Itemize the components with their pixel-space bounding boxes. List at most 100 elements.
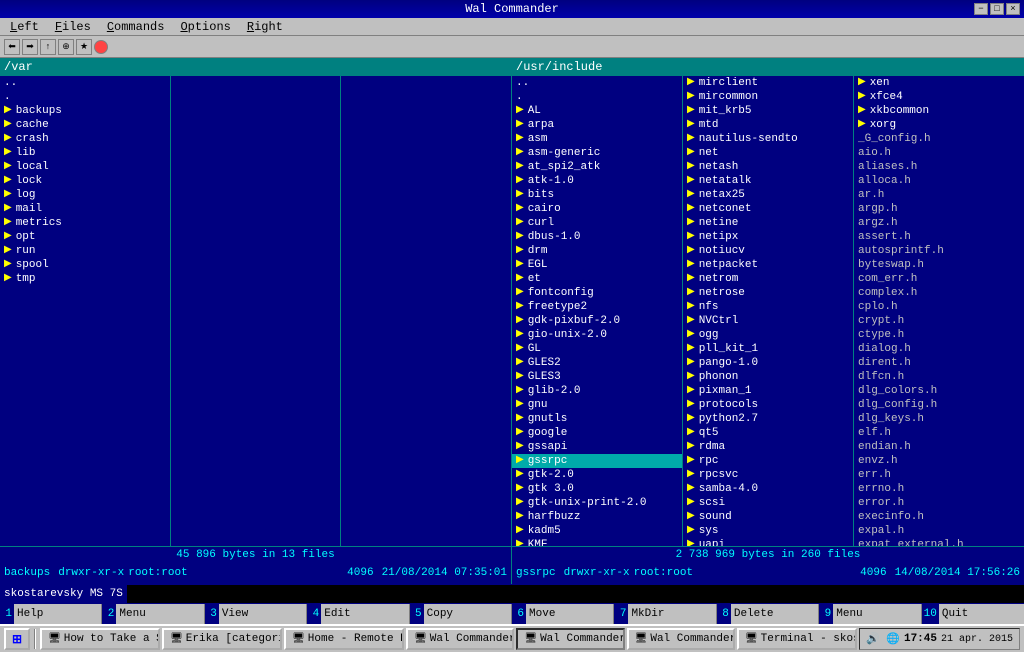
right-col2-item-24[interactable]: ▶python2.7: [683, 412, 853, 426]
toolbar-btn-2[interactable]: ➡: [22, 39, 38, 55]
taskbar-item-4[interactable]: 🖥Wal Commander: [516, 628, 624, 650]
right-col3-item-10[interactable]: argz.h: [854, 216, 1024, 230]
right-col2-item-0[interactable]: ▶mirclient: [683, 76, 853, 90]
taskbar-item-1[interactable]: 🖥Erika [categories] - Qt Crea...: [162, 628, 282, 650]
right-col3-item-23[interactable]: dlg_config.h: [854, 398, 1024, 412]
fkey-6[interactable]: 6Move: [512, 604, 614, 624]
right-col3-item-5[interactable]: aio.h: [854, 146, 1024, 160]
right-col1-item-9[interactable]: ▶cairo: [512, 202, 682, 216]
right-col1-item-20[interactable]: ▶GLES2: [512, 356, 682, 370]
right-col3-item-9[interactable]: argp.h: [854, 202, 1024, 216]
right-col1-item-19[interactable]: ▶GL: [512, 342, 682, 356]
right-col2-item-29[interactable]: ▶samba-4.0: [683, 482, 853, 496]
fkey-2[interactable]: 2Menu: [102, 604, 204, 624]
toolbar-btn-6[interactable]: [94, 40, 108, 54]
right-col1-item-11[interactable]: ▶dbus-1.0: [512, 230, 682, 244]
right-col1-item-16[interactable]: ▶freetype2: [512, 300, 682, 314]
right-col1-item-24[interactable]: ▶gnutls: [512, 412, 682, 426]
right-col2-item-33[interactable]: ▶uapi: [683, 538, 853, 546]
left-item-2[interactable]: ▶backups: [0, 104, 170, 118]
right-col2-item-17[interactable]: ▶NVCtrl: [683, 314, 853, 328]
right-col3-item-31[interactable]: execinfo.h: [854, 510, 1024, 524]
fkey-3[interactable]: 3View: [205, 604, 307, 624]
right-col1-item-26[interactable]: ▶gssapi: [512, 440, 682, 454]
right-col1-item-28[interactable]: ▶gtk-2.0: [512, 468, 682, 482]
taskbar-item-0[interactable]: 🖥How to Take a Screenshot...: [40, 628, 160, 650]
taskbar-item-2[interactable]: 🖥Home - Remote Desktop V...: [284, 628, 404, 650]
right-col3-item-0[interactable]: ▶xen: [854, 76, 1024, 90]
fkey-4[interactable]: 4Edit: [307, 604, 409, 624]
right-col3-item-25[interactable]: elf.h: [854, 426, 1024, 440]
right-col2-item-6[interactable]: ▶netash: [683, 160, 853, 174]
right-col2-item-30[interactable]: ▶scsi: [683, 496, 853, 510]
right-col1-item-6[interactable]: ▶at_spi2_atk: [512, 160, 682, 174]
right-col2-item-26[interactable]: ▶rdma: [683, 440, 853, 454]
right-col2-item-21[interactable]: ▶phonon: [683, 370, 853, 384]
right-col3-item-20[interactable]: dirent.h: [854, 356, 1024, 370]
fkey-7[interactable]: 7MkDir: [614, 604, 716, 624]
fkey-8[interactable]: 8Delete: [717, 604, 819, 624]
right-col3-item-27[interactable]: envz.h: [854, 454, 1024, 468]
menu-left[interactable]: Left: [2, 18, 47, 36]
menu-commands[interactable]: Commands: [99, 18, 173, 36]
right-col2-item-23[interactable]: ▶protocols: [683, 398, 853, 412]
right-col2-item-20[interactable]: ▶pango-1.0: [683, 356, 853, 370]
left-item-5[interactable]: ▶lib: [0, 146, 170, 160]
right-col3-item-18[interactable]: ctype.h: [854, 328, 1024, 342]
right-col1-item-0[interactable]: ..: [512, 76, 682, 90]
taskbar-item-6[interactable]: 🖥Terminal - skostarevsky@sk...: [737, 628, 857, 650]
right-col2-item-13[interactable]: ▶netpacket: [683, 258, 853, 272]
right-col1-item-33[interactable]: ▶KMF: [512, 538, 682, 546]
menu-files[interactable]: Files: [47, 18, 99, 36]
right-col3-item-26[interactable]: endian.h: [854, 440, 1024, 454]
toolbar-btn-5[interactable]: ★: [76, 39, 92, 55]
right-col2-item-27[interactable]: ▶rpc: [683, 454, 853, 468]
right-col1-item-23[interactable]: ▶gnu: [512, 398, 682, 412]
right-col3-item-14[interactable]: com_err.h: [854, 272, 1024, 286]
right-col1-item-13[interactable]: ▶EGL: [512, 258, 682, 272]
right-col3-item-29[interactable]: errno.h: [854, 482, 1024, 496]
right-col2-item-9[interactable]: ▶netconet: [683, 202, 853, 216]
right-col2-item-32[interactable]: ▶sys: [683, 524, 853, 538]
right-col1-item-5[interactable]: ▶asm-generic: [512, 146, 682, 160]
right-col3-item-1[interactable]: ▶xfce4: [854, 90, 1024, 104]
right-col1-item-31[interactable]: ▶harfbuzz: [512, 510, 682, 524]
taskbar-item-5[interactable]: 🖥Wal Commander: [627, 628, 735, 650]
cmd-input[interactable]: [127, 585, 1024, 603]
right-col1-item-32[interactable]: ▶kadm5: [512, 524, 682, 538]
left-item-6[interactable]: ▶local: [0, 160, 170, 174]
right-col3-item-19[interactable]: dialog.h: [854, 342, 1024, 356]
right-col2-item-3[interactable]: ▶mtd: [683, 118, 853, 132]
close-button[interactable]: ×: [1006, 3, 1020, 15]
right-col3-item-32[interactable]: expal.h: [854, 524, 1024, 538]
right-col1-item-22[interactable]: ▶glib-2.0: [512, 384, 682, 398]
right-col1-item-12[interactable]: ▶drm: [512, 244, 682, 258]
right-col2-item-18[interactable]: ▶ogg: [683, 328, 853, 342]
right-col2-item-4[interactable]: ▶nautilus-sendto: [683, 132, 853, 146]
menu-options[interactable]: Options: [172, 18, 238, 36]
right-col3-item-17[interactable]: crypt.h: [854, 314, 1024, 328]
right-col1-item-27[interactable]: ▶gssrpc: [512, 454, 682, 468]
right-col2-item-8[interactable]: ▶netax25: [683, 188, 853, 202]
right-col2-item-28[interactable]: ▶rpcsvc: [683, 468, 853, 482]
toolbar-btn-3[interactable]: ↑: [40, 39, 56, 55]
right-col3-item-2[interactable]: ▶xkbcommon: [854, 104, 1024, 118]
right-col1-item-4[interactable]: ▶asm: [512, 132, 682, 146]
right-col3-item-22[interactable]: dlg_colors.h: [854, 384, 1024, 398]
left-item-9[interactable]: ▶mail: [0, 202, 170, 216]
right-col1-item-18[interactable]: ▶gio-unix-2.0: [512, 328, 682, 342]
minimize-button[interactable]: −: [974, 3, 988, 15]
right-col3-item-28[interactable]: err.h: [854, 468, 1024, 482]
left-item-0[interactable]: ..: [0, 76, 170, 90]
right-col2-item-25[interactable]: ▶qt5: [683, 426, 853, 440]
left-item-7[interactable]: ▶lock: [0, 174, 170, 188]
right-col2-item-22[interactable]: ▶pixman_1: [683, 384, 853, 398]
right-col1-item-14[interactable]: ▶et: [512, 272, 682, 286]
right-col1-item-7[interactable]: ▶atk-1.0: [512, 174, 682, 188]
right-col2-item-10[interactable]: ▶netine: [683, 216, 853, 230]
right-col3-item-6[interactable]: aliases.h: [854, 160, 1024, 174]
right-col3-item-8[interactable]: ar.h: [854, 188, 1024, 202]
left-item-1[interactable]: .: [0, 90, 170, 104]
right-col3-item-15[interactable]: complex.h: [854, 286, 1024, 300]
left-item-3[interactable]: ▶cache: [0, 118, 170, 132]
